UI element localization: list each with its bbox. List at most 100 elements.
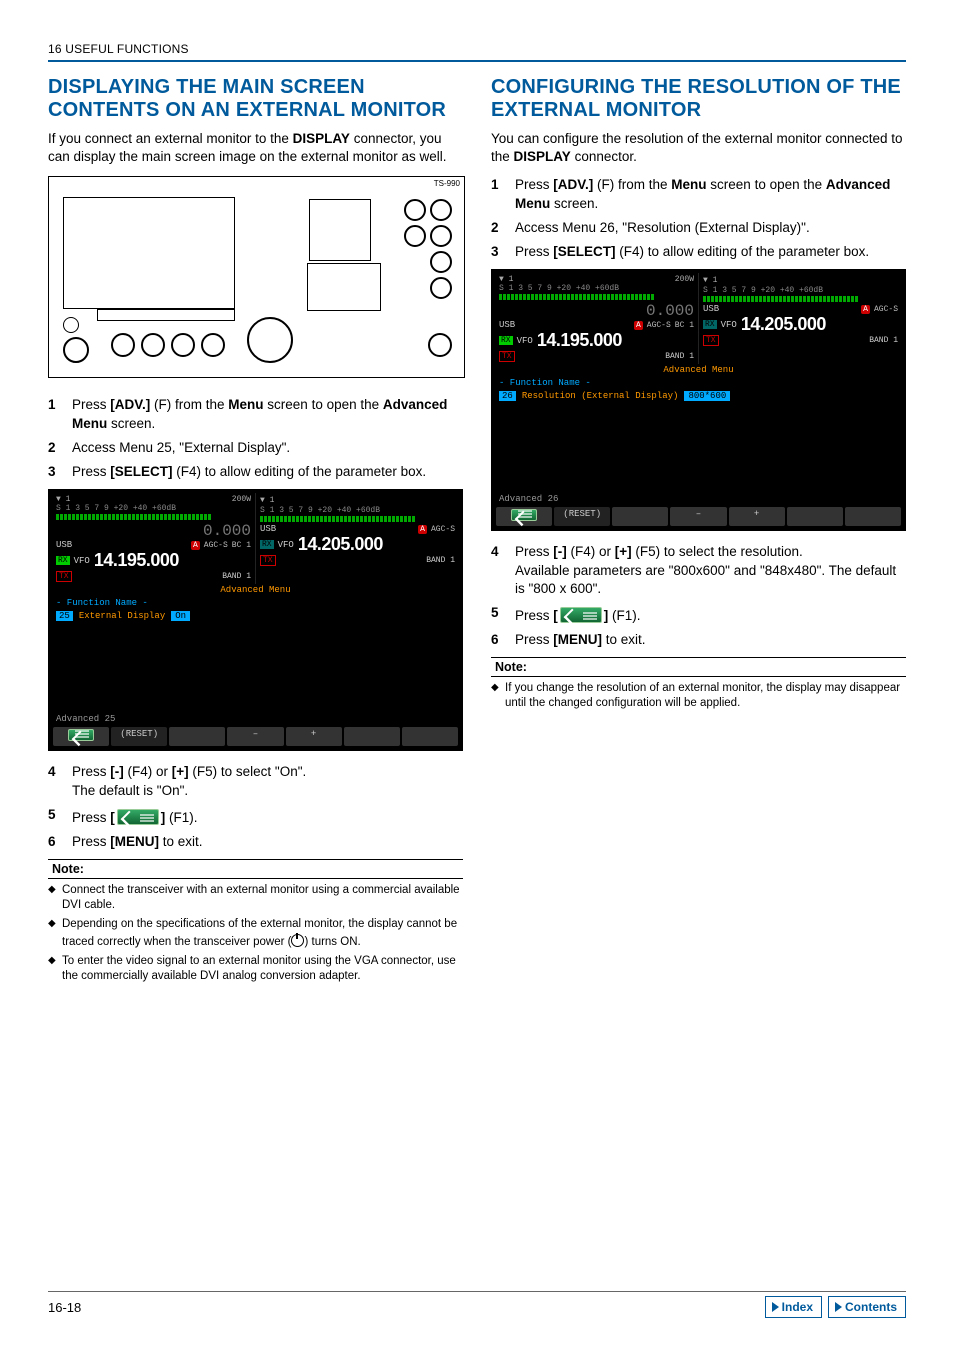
text: Press — [72, 464, 110, 479]
text: (F4) or — [567, 544, 615, 559]
minus-key: [-] — [110, 764, 124, 779]
menu-index: 25 — [56, 611, 73, 621]
tx-badge: TX — [56, 571, 72, 582]
page-number: 16-18 — [48, 1300, 81, 1315]
model-label: TS-990 — [434, 179, 460, 188]
plus-key: [+] — [172, 764, 189, 779]
text: Press — [515, 632, 553, 647]
text: Press — [72, 764, 110, 779]
f4-minus-button[interactable]: – — [670, 507, 726, 526]
antenna-indicator: ▼ 1 — [499, 275, 513, 284]
display-connector-label: DISPLAY — [514, 149, 571, 164]
text: Press — [515, 544, 553, 559]
step-4-sub: The default is "On". — [72, 782, 463, 800]
f7-button[interactable] — [402, 727, 458, 746]
f3-button[interactable] — [612, 507, 668, 526]
contents-link[interactable]: Contents — [828, 1296, 906, 1318]
advanced-menu-screenshot: ▼ 1 200W S 1 3 5 7 9 +20 +40 +60dB 0.000… — [48, 489, 463, 751]
rx-badge: RX — [260, 540, 274, 549]
menu-title-strip: Advanced Menu — [52, 584, 459, 596]
s-meter — [260, 516, 416, 522]
left-notes: Note: Connect the transceiver with an ex… — [48, 859, 463, 984]
att-badge: A — [861, 305, 870, 314]
menu-key: [MENU] — [553, 632, 602, 647]
text: (F) from the — [150, 397, 228, 412]
f6-button[interactable] — [787, 507, 843, 526]
text: Press — [515, 177, 553, 192]
tx-badge: TX — [703, 335, 719, 346]
text: (F5) to select the resolution. — [632, 544, 803, 559]
vfo-label: VFO — [517, 336, 533, 346]
text: to exit. — [159, 834, 203, 849]
f2-reset-button[interactable]: (RESET) — [111, 727, 167, 746]
back-icon — [68, 729, 94, 741]
right-steps: Press [ADV.] (F) from the Menu screen to… — [491, 176, 906, 261]
f5-plus-button[interactable]: + — [286, 727, 342, 746]
right-intro: You can configure the resolution of the … — [491, 130, 906, 166]
f5-plus-button[interactable]: + — [729, 507, 785, 526]
s-meter-scale: S 1 3 5 7 9 +20 +40 +60dB — [56, 504, 251, 513]
att-badge: A — [418, 525, 427, 534]
text: (F4) to allow editing of the parameter b… — [173, 464, 427, 479]
back-icon — [117, 809, 159, 825]
step-4: Press [-] (F4) or [+] (F5) to select "On… — [48, 763, 463, 799]
mode-label: USB — [703, 304, 719, 314]
bracket-open: [ — [110, 810, 115, 825]
f4-minus-button[interactable]: – — [227, 727, 283, 746]
text: (F4) to allow editing of the parameter b… — [616, 244, 870, 259]
note-3: To enter the video signal to an external… — [48, 954, 463, 984]
menu-footer-label: Advanced 25 — [52, 712, 459, 726]
index-label: Index — [782, 1300, 813, 1314]
band-label: BAND 1 — [426, 556, 455, 565]
menu-index: 26 — [499, 391, 516, 401]
step-2: Access Menu 25, "External Display". — [48, 439, 463, 457]
step-3: Press [SELECT] (F4) to allow editing of … — [491, 243, 906, 261]
rx-badge: RX — [703, 320, 717, 329]
note-heading: Note: — [48, 859, 463, 879]
note-heading: Note: — [491, 657, 906, 677]
right-notes: Note: If you change the resolution of an… — [491, 657, 906, 711]
softkey-row: (RESET) – + — [52, 726, 459, 747]
bc-label: BC 1 — [675, 321, 694, 330]
text: (F1). — [608, 608, 640, 623]
column-header: - Function Name - — [495, 376, 902, 390]
step-6: Press [MENU] to exit. — [491, 631, 906, 649]
sub-frequency: 14.205.000 — [741, 314, 826, 335]
left-column: DISPLAYING THE MAIN SCREEN CONTENTS ON A… — [48, 76, 463, 988]
text: Press — [72, 810, 110, 825]
step-4: Press [-] (F4) or [+] (F5) to select the… — [491, 543, 906, 598]
menu-footer-label: Advanced 26 — [495, 492, 902, 506]
select-key: [SELECT] — [110, 464, 172, 479]
f7-button[interactable] — [845, 507, 901, 526]
tx-badge: TX — [260, 555, 276, 566]
menu-key: [MENU] — [110, 834, 159, 849]
agc-label: AGC-S — [204, 541, 228, 550]
menu-item-value: On — [171, 611, 190, 621]
plus-key: [+] — [615, 544, 632, 559]
band-label: BAND 1 — [869, 336, 898, 345]
step-2: Access Menu 26, "Resolution (External Di… — [491, 219, 906, 237]
triangle-right-icon — [835, 1302, 842, 1312]
menu-row: 25 External Display On — [52, 610, 459, 622]
band-label: BAND 1 — [222, 572, 251, 581]
contents-label: Contents — [845, 1300, 897, 1314]
f1-back-button[interactable] — [496, 507, 552, 526]
left-title: DISPLAYING THE MAIN SCREEN CONTENTS ON A… — [48, 76, 463, 122]
s-meter — [499, 294, 655, 300]
f2-reset-button[interactable]: (RESET) — [554, 507, 610, 526]
note-1: Connect the transceiver with an external… — [48, 883, 463, 913]
sub-readout: 0.000 — [203, 522, 251, 540]
f1-back-button[interactable] — [53, 727, 109, 746]
text: (F1). — [165, 810, 197, 825]
f6-button[interactable] — [344, 727, 400, 746]
antenna-indicator: ▼ 1 — [56, 495, 70, 504]
right-column: CONFIGURING THE RESOLUTION OF THE EXTERN… — [491, 76, 906, 988]
step-6: Press [MENU] to exit. — [48, 833, 463, 851]
menu-item-name: External Display — [79, 611, 165, 621]
text: Press — [515, 608, 553, 623]
index-link[interactable]: Index — [765, 1296, 822, 1318]
note-2: Depending on the specifications of the e… — [48, 917, 463, 950]
agc-label: AGC-S — [431, 525, 455, 534]
mode-label: USB — [499, 320, 515, 330]
f3-button[interactable] — [169, 727, 225, 746]
